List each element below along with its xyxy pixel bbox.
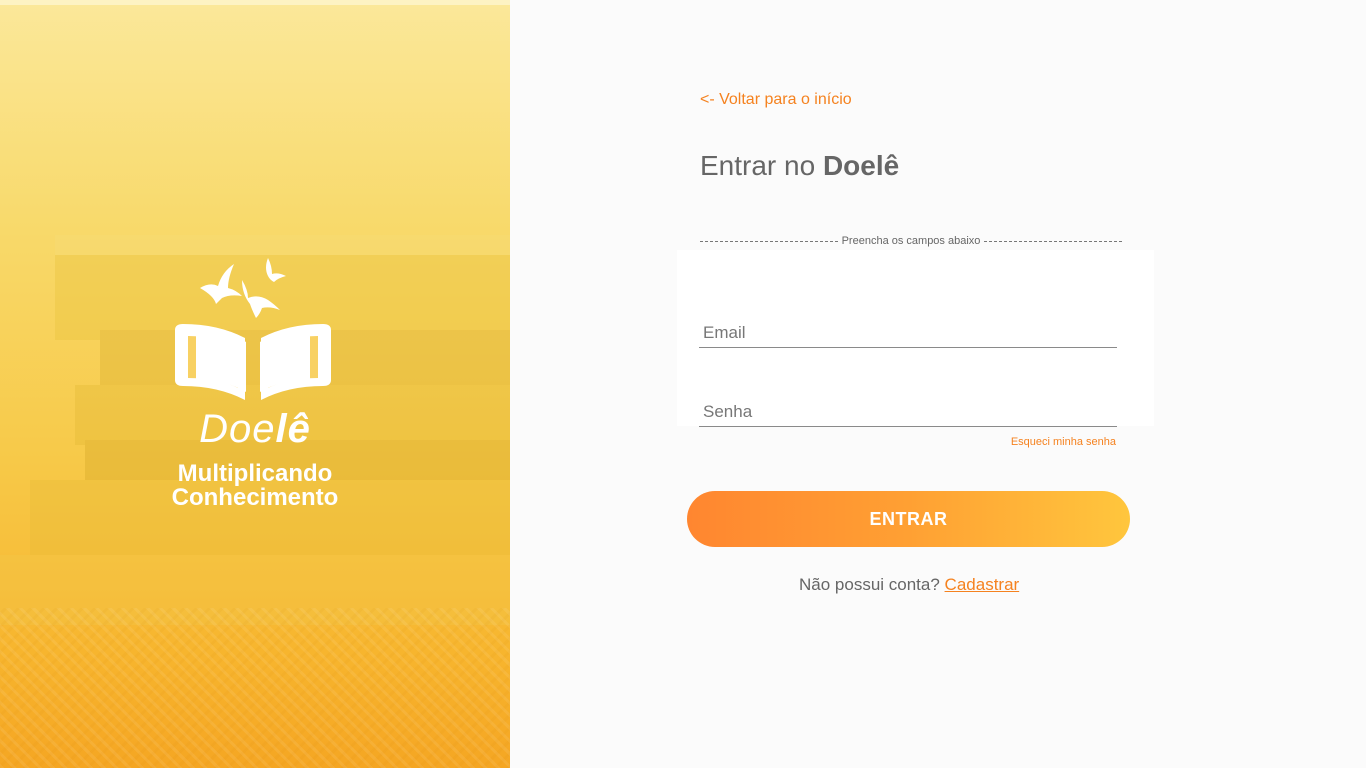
- forgot-password-link[interactable]: Esqueci minha senha: [1011, 436, 1116, 448]
- signup-prompt-text: Não possui conta?: [799, 575, 945, 594]
- login-button[interactable]: ENTRAR: [687, 491, 1130, 547]
- divider-line-right: [984, 240, 1122, 242]
- form-divider: Preencha os campos abaixo: [700, 234, 1122, 248]
- password-field[interactable]: [699, 397, 1117, 427]
- page-title: Entrar no Doelê: [700, 150, 899, 182]
- hero-texture: [0, 608, 510, 768]
- tagline-line-2: Conhecimento: [171, 484, 339, 511]
- title-brand: Doelê: [822, 150, 900, 181]
- back-to-home-link[interactable]: <- Voltar para o início: [700, 91, 852, 109]
- book-birds-logo-icon: [175, 258, 331, 400]
- brand-bold-part: lê: [275, 407, 311, 451]
- divider-text: Preencha os campos abaixo: [841, 235, 981, 247]
- email-field[interactable]: [699, 318, 1117, 348]
- brand-logo-text: Doelê: [0, 407, 510, 452]
- brand-tagline: Multiplicando Conhecimento: [0, 462, 510, 510]
- divider-line-left: [700, 240, 838, 242]
- brand-light-part: Doe: [199, 407, 276, 451]
- title-prefix: Entrar no: [700, 150, 823, 181]
- tagline-line-1: Multiplicando: [177, 460, 333, 487]
- hero-panel: Doelê Multiplicando Conhecimento: [0, 0, 510, 768]
- signup-link[interactable]: Cadastrar: [945, 575, 1020, 594]
